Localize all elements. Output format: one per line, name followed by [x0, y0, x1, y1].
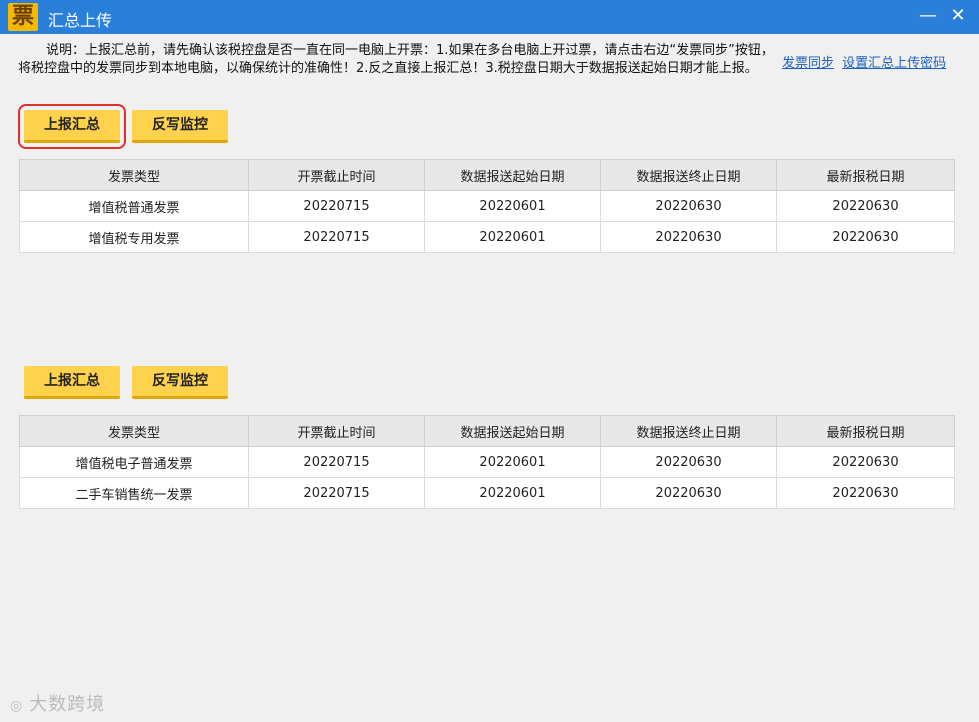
table-cell: 20220630	[600, 446, 778, 478]
table-cell: 20220601	[424, 446, 602, 478]
column-header: 发票类型	[18, 159, 250, 191]
writeback-monitor-button-1[interactable]: 反写监控	[132, 110, 228, 143]
table-row[interactable]: 增值税普通发票 20220715 20220601 20220630 20220…	[18, 190, 955, 222]
set-upload-password-link[interactable]: 设置汇总上传密码	[842, 56, 946, 71]
report-summary-button-1[interactable]: 上报汇总	[18, 104, 126, 149]
watermark-logo-icon: ◎	[10, 698, 24, 714]
table-cell: 20220630	[600, 221, 778, 253]
column-header: 数据报送终止日期	[600, 415, 778, 447]
table-cell: 增值税电子普通发票	[18, 446, 250, 478]
report-summary-button-2[interactable]: 上报汇总	[24, 366, 120, 399]
table-cell: 20220715	[248, 190, 426, 222]
table-row[interactable]: 二手车销售统一发票 20220715 20220601 20220630 202…	[18, 477, 955, 509]
column-header: 开票截止时间	[248, 159, 426, 191]
invoice-table-1: 发票类型 开票截止时间 数据报送起始日期 数据报送终止日期 最新报税日期 增值税…	[18, 159, 955, 253]
instruction-text: 说明：上报汇总前，请先确认该税控盘是否一直在同一电脑上开票：1.如果在多台电脑上…	[18, 43, 774, 76]
watermark: ◎ 大数跨境	[10, 690, 105, 716]
minimize-button[interactable]: —	[916, 4, 940, 28]
table-cell: 20220715	[248, 446, 426, 478]
action-links: 发票同步 设置汇总上传密码	[782, 52, 950, 71]
table-cell: 20220630	[776, 221, 955, 253]
watermark-text: 大数跨境	[29, 694, 106, 715]
column-header: 最新报税日期	[776, 159, 955, 191]
table-cell: 20220715	[248, 221, 426, 253]
column-header: 最新报税日期	[776, 415, 955, 447]
table-cell: 二手车销售统一发票	[18, 477, 250, 509]
table-row[interactable]: 增值税专用发票 20220715 20220601 20220630 20220…	[18, 221, 955, 253]
window-title: 汇总上传	[48, 11, 113, 30]
close-button[interactable]: ✕	[946, 4, 970, 28]
column-header: 开票截止时间	[248, 415, 426, 447]
table-cell: 20220630	[600, 477, 778, 509]
invoice-sync-link[interactable]: 发票同步	[782, 56, 834, 71]
table-header-row: 发票类型 开票截止时间 数据报送起始日期 数据报送终止日期 最新报税日期	[18, 159, 955, 191]
table-cell: 20220601	[424, 477, 602, 509]
table-cell: 20220601	[424, 221, 602, 253]
invoice-table-2: 发票类型 开票截止时间 数据报送起始日期 数据报送终止日期 最新报税日期 增值税…	[18, 415, 955, 509]
column-header: 发票类型	[18, 415, 250, 447]
table-row[interactable]: 增值税电子普通发票 20220715 20220601 20220630 202…	[18, 446, 955, 478]
column-header: 数据报送起始日期	[424, 159, 602, 191]
table-cell: 20220715	[248, 477, 426, 509]
column-header: 数据报送终止日期	[600, 159, 778, 191]
table-cell: 增值税普通发票	[18, 190, 250, 222]
table-cell: 20220630	[776, 446, 955, 478]
invoice-app-icon: 票	[8, 3, 38, 31]
table-cell: 20220601	[424, 190, 602, 222]
column-header: 数据报送起始日期	[424, 415, 602, 447]
table-cell: 20220630	[600, 190, 778, 222]
title-bar: 票 汇总上传 — ✕	[0, 0, 979, 34]
table-cell: 增值税专用发票	[18, 221, 250, 253]
table-header-row: 发票类型 开票截止时间 数据报送起始日期 数据报送终止日期 最新报税日期	[18, 415, 955, 447]
writeback-monitor-button-2[interactable]: 反写监控	[132, 366, 228, 399]
table-cell: 20220630	[776, 477, 955, 509]
table-cell: 20220630	[776, 190, 955, 222]
